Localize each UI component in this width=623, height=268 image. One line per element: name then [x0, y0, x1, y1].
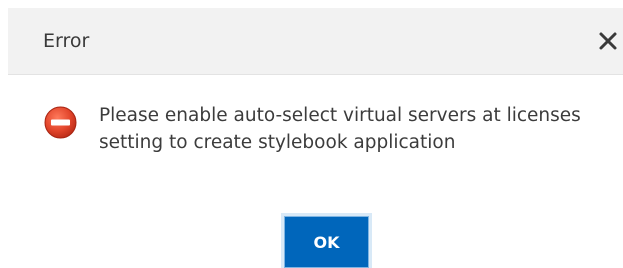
error-message: Please enable auto-select virtual server…	[99, 105, 581, 153]
dialog-title: Error	[43, 30, 90, 52]
error-dialog: Error Please enable auto-select virtual …	[0, 0, 623, 268]
error-icon	[44, 106, 77, 139]
ok-button[interactable]: OK	[284, 216, 369, 268]
dialog-header: Error	[8, 8, 623, 75]
close-icon[interactable]	[597, 29, 619, 53]
